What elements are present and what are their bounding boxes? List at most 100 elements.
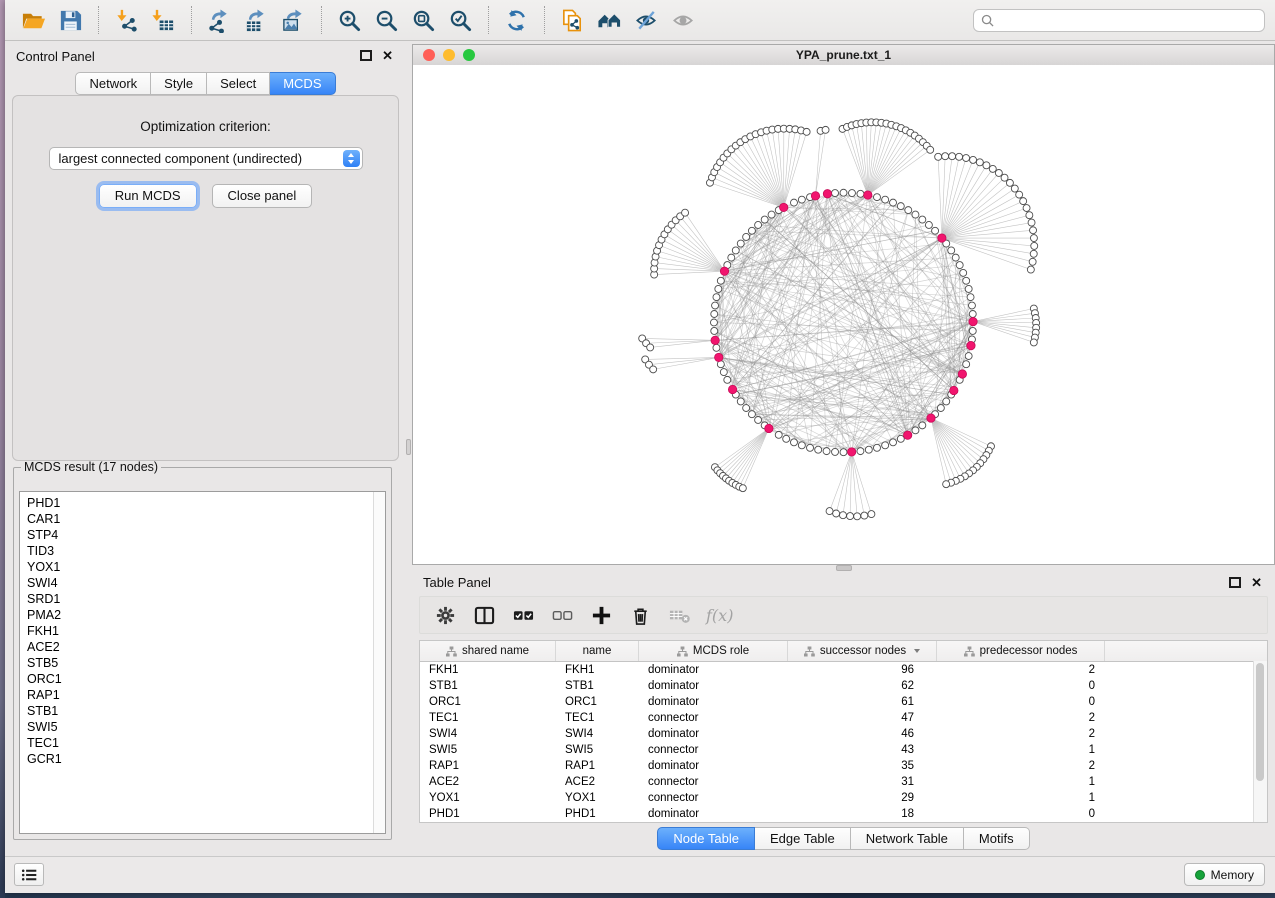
zoom-out-button[interactable] xyxy=(371,5,402,36)
zoom-selected-button[interactable] xyxy=(445,5,476,36)
mcds-result-item[interactable]: ORC1 xyxy=(27,671,385,687)
run-mcds-button[interactable]: Run MCDS xyxy=(99,184,197,208)
show-graphics-details-button[interactable] xyxy=(668,5,699,36)
column-header-mcds-role[interactable]: MCDS role xyxy=(639,641,788,661)
result-list-scrollbar[interactable] xyxy=(373,492,385,833)
table-row[interactable]: YOX1YOX1connector291 xyxy=(420,790,1267,806)
mcds-result-item[interactable]: PMA2 xyxy=(27,607,385,623)
mcds-result-item[interactable]: STP4 xyxy=(27,527,385,543)
cell-successor-nodes: 96 xyxy=(788,664,937,676)
close-window-icon[interactable] xyxy=(423,49,435,61)
task-list-icon xyxy=(21,868,38,882)
tab-node-table[interactable]: Node Table xyxy=(657,827,755,850)
cell-shared-name: ORC1 xyxy=(420,696,556,708)
add-column-button[interactable] xyxy=(589,603,613,627)
select-all-rows-button[interactable] xyxy=(511,603,535,627)
tab-select[interactable]: Select xyxy=(207,72,270,95)
table-row[interactable]: STB1STB1dominator620 xyxy=(420,678,1267,694)
optimization-criterion-select[interactable]: largest connected component (undirected) xyxy=(49,147,363,170)
new-network-from-selection-icon xyxy=(560,8,585,33)
select-stepper-icon xyxy=(343,150,360,167)
export-table-icon xyxy=(244,8,269,33)
mcds-result-list[interactable]: PHD1CAR1STP4TID3YOX1SWI4SRD1PMA2FKH1ACE2… xyxy=(19,491,386,834)
show-columns-button[interactable] xyxy=(472,603,496,627)
tab-network[interactable]: Network xyxy=(75,72,151,95)
cell-mcds-role: dominator xyxy=(639,680,788,692)
cell-mcds-role: dominator xyxy=(639,664,788,676)
search-input[interactable] xyxy=(999,12,1257,28)
export-network-button[interactable] xyxy=(204,5,235,36)
open-file-button[interactable] xyxy=(18,5,49,36)
network-window-title: YPA_prune.txt_1 xyxy=(796,48,891,62)
table-row[interactable]: PHD1PHD1dominator180 xyxy=(420,806,1267,822)
export-table-button[interactable] xyxy=(241,5,272,36)
import-table-button[interactable] xyxy=(148,5,179,36)
tab-motifs[interactable]: Motifs xyxy=(964,827,1030,850)
column-header-successor-nodes[interactable]: successor nodes xyxy=(788,641,937,661)
table-row[interactable]: ACE2ACE2connector311 xyxy=(420,774,1267,790)
table-settings-button[interactable] xyxy=(433,603,457,627)
tab-network-table[interactable]: Network Table xyxy=(851,827,964,850)
mcds-result-item[interactable]: YOX1 xyxy=(27,559,385,575)
table-row[interactable]: RAP1RAP1dominator352 xyxy=(420,758,1267,774)
mcds-result-item[interactable]: FKH1 xyxy=(27,623,385,639)
mcds-result-item[interactable]: SWI4 xyxy=(27,575,385,591)
sort-desc-icon xyxy=(914,649,920,653)
mcds-result-title: MCDS result (17 nodes) xyxy=(21,460,161,474)
save-session-button[interactable] xyxy=(55,5,86,36)
show-task-history-button[interactable] xyxy=(14,863,44,886)
table-scrollbar[interactable] xyxy=(1253,661,1267,822)
close-table-panel-icon[interactable]: ✕ xyxy=(1251,578,1262,588)
zoom-fit-button[interactable] xyxy=(408,5,439,36)
mcds-result-item[interactable]: SWI5 xyxy=(27,719,385,735)
mcds-result-item[interactable]: GCR1 xyxy=(27,751,385,767)
column-header-shared-name[interactable]: shared name xyxy=(420,641,556,661)
column-header-predecessor-nodes[interactable]: predecessor nodes xyxy=(937,641,1105,661)
cell-successor-nodes: 35 xyxy=(788,760,937,772)
mcds-result-item[interactable]: STB5 xyxy=(27,655,385,671)
network-canvas[interactable] xyxy=(413,65,1274,564)
close-panel-icon[interactable]: ✕ xyxy=(382,51,393,61)
tab-mcds[interactable]: MCDS xyxy=(270,72,335,95)
maximize-window-icon[interactable] xyxy=(463,49,475,61)
table-row[interactable]: SWI4SWI4dominator462 xyxy=(420,726,1267,742)
import-network-button[interactable] xyxy=(111,5,142,36)
selected-criterion: largest connected component (undirected) xyxy=(59,151,303,166)
float-panel-icon[interactable] xyxy=(360,50,372,61)
minimize-window-icon[interactable] xyxy=(443,49,455,61)
network-graph[interactable] xyxy=(413,65,1274,564)
mcds-result-item[interactable]: RAP1 xyxy=(27,687,385,703)
table-row[interactable]: ORC1ORC1dominator610 xyxy=(420,694,1267,710)
mcds-result-item[interactable]: CAR1 xyxy=(27,511,385,527)
memory-button[interactable]: Memory xyxy=(1184,863,1265,886)
table-row[interactable]: SWI5SWI5connector431 xyxy=(420,742,1267,758)
refresh-button[interactable] xyxy=(501,5,532,36)
table-scrollbar-thumb[interactable] xyxy=(1256,663,1264,781)
tab-edge-table[interactable]: Edge Table xyxy=(755,827,851,850)
network-titlebar[interactable]: YPA_prune.txt_1 xyxy=(413,45,1274,66)
first-neighbors-button[interactable] xyxy=(594,5,625,36)
table-row[interactable]: FKH1FKH1dominator962 xyxy=(420,662,1267,678)
close-panel-button[interactable]: Close panel xyxy=(212,184,313,208)
column-header-name[interactable]: name xyxy=(556,641,639,661)
export-image-button[interactable] xyxy=(278,5,309,36)
delete-columns-button[interactable] xyxy=(628,603,652,627)
deselect-all-rows-button[interactable] xyxy=(550,603,574,627)
cell-predecessor-nodes: 0 xyxy=(937,808,1105,820)
mcds-result-item[interactable]: ACE2 xyxy=(27,639,385,655)
cell-name: YOX1 xyxy=(556,792,639,804)
cell-name: SWI4 xyxy=(556,728,639,740)
float-table-panel-icon[interactable] xyxy=(1229,577,1241,588)
mcds-result-item[interactable]: SRD1 xyxy=(27,591,385,607)
tab-style[interactable]: Style xyxy=(151,72,207,95)
hide-graphics-details-button[interactable] xyxy=(631,5,662,36)
new-network-from-selection-button[interactable] xyxy=(557,5,588,36)
mcds-result-item[interactable]: TEC1 xyxy=(27,735,385,751)
table-row[interactable]: TEC1TEC1connector472 xyxy=(420,710,1267,726)
mcds-result-item[interactable]: STB1 xyxy=(27,703,385,719)
cell-mcds-role: connector xyxy=(639,712,788,724)
mcds-result-item[interactable]: PHD1 xyxy=(27,495,385,511)
zoom-in-button[interactable] xyxy=(334,5,365,36)
mcds-result-item[interactable]: TID3 xyxy=(27,543,385,559)
horizontal-splitter-grip[interactable] xyxy=(836,565,852,571)
